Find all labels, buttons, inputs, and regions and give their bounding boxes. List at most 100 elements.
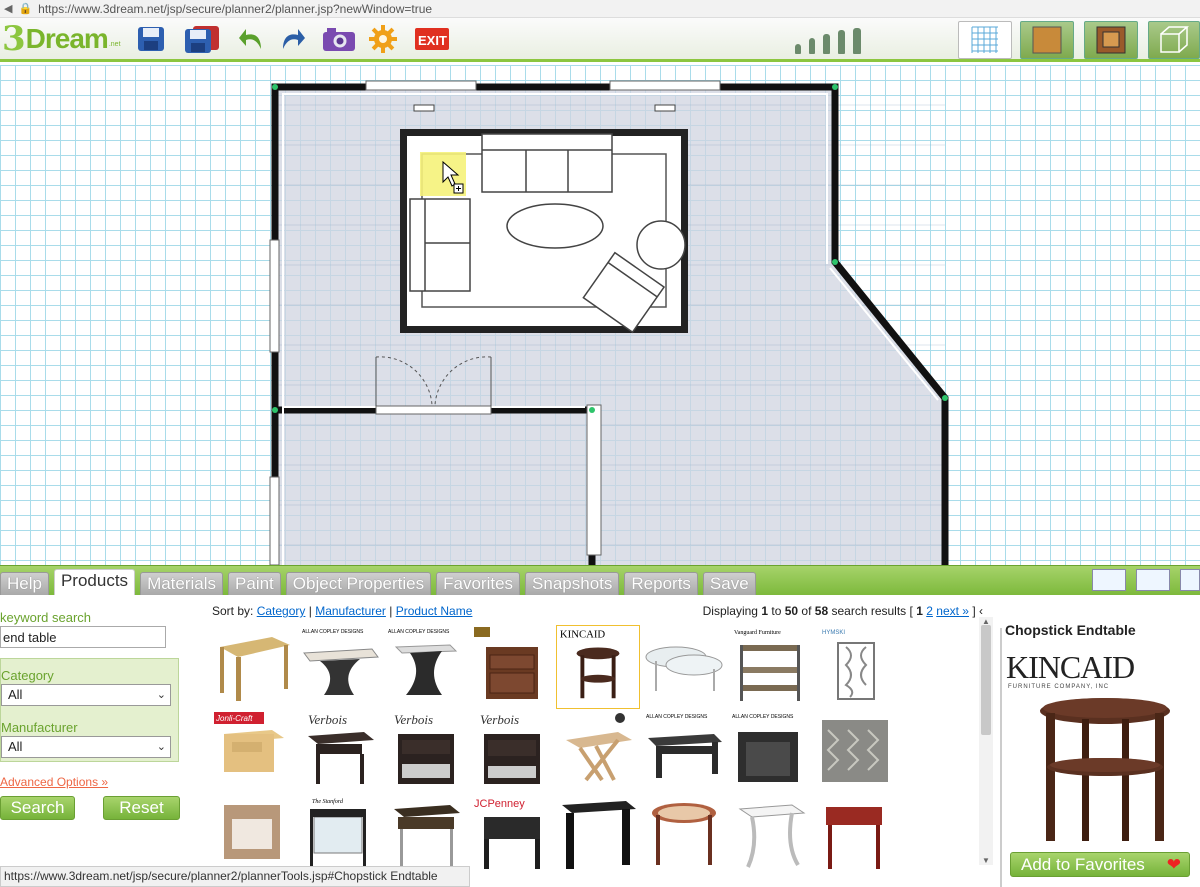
exit-icon[interactable]: EXIT xyxy=(414,24,452,54)
camera-icon[interactable] xyxy=(320,24,358,54)
chevron-down-icon: ⌄ xyxy=(156,689,166,701)
tab-save[interactable]: Save xyxy=(702,572,756,595)
floor-plan-drawing[interactable] xyxy=(0,65,1200,565)
manufacturer-logo: KINCAID xyxy=(1006,649,1135,685)
height-preview-icons[interactable] xyxy=(795,26,861,54)
scrollbar-thumb[interactable] xyxy=(981,625,991,735)
sort-product-name-link[interactable]: Product Name xyxy=(396,604,473,618)
floor-plan-canvas[interactable] xyxy=(0,65,1200,565)
product-thumb[interactable]: Vanguard Furniture xyxy=(728,625,812,709)
manufacturer-label: Manufacturer xyxy=(1,720,78,735)
product-thumb[interactable] xyxy=(556,795,640,879)
collapse-chevron-icon[interactable]: ‹ xyxy=(979,604,983,618)
product-thumb[interactable] xyxy=(212,625,296,709)
product-thumb[interactable]: Verbois xyxy=(470,710,554,794)
product-thumb[interactable] xyxy=(814,710,898,794)
save-as-icon[interactable] xyxy=(182,24,222,54)
3dream-logo: 3 Dream .net xyxy=(2,19,121,59)
add-to-favorites-button[interactable]: Add to Favorites ❤ xyxy=(1010,852,1190,877)
reset-button[interactable]: Reset xyxy=(103,796,180,820)
page-2-link[interactable]: 2 xyxy=(926,604,933,618)
tab-snapshots[interactable]: Snapshots xyxy=(525,572,620,595)
back-arrow-icon[interactable]: ◀ xyxy=(4,2,12,15)
room-view-button[interactable] xyxy=(1084,21,1138,59)
svg-text:ALLAN COPLEY DESIGNS: ALLAN COPLEY DESIGNS xyxy=(388,629,450,635)
product-title: Chopstick Endtable xyxy=(1005,622,1136,638)
tab-help[interactable]: Help xyxy=(0,572,49,595)
product-thumb[interactable]: Verbois xyxy=(298,710,382,794)
tab-products[interactable]: Products xyxy=(53,569,136,595)
panel-layout-grid-icon[interactable] xyxy=(1092,569,1126,591)
grid-view-button[interactable] xyxy=(958,21,1012,59)
panel-layout-chair-icon[interactable] xyxy=(1180,569,1200,591)
product-detail: Chopstick Endtable KINCAID FURNITURE COM… xyxy=(1000,595,1200,887)
round-end-table[interactable] xyxy=(636,220,686,270)
person-child-icon[interactable] xyxy=(809,38,815,54)
chevron-down-icon: ⌄ xyxy=(156,741,166,753)
tab-favorites[interactable]: Favorites xyxy=(436,572,521,595)
svg-text:Verbois: Verbois xyxy=(480,712,519,727)
coffee-table[interactable] xyxy=(506,203,604,249)
results-scrollbar[interactable]: ▲ ▼ xyxy=(979,617,993,865)
browser-url[interactable]: https://www.3dream.net/jsp/secure/planne… xyxy=(38,2,432,16)
product-thumb[interactable] xyxy=(642,625,726,709)
category-select[interactable]: All ⌄ xyxy=(1,684,171,706)
browser-address-bar[interactable]: ◀ 🔒 https://www.3dream.net/jsp/secure/pl… xyxy=(0,0,1200,18)
product-thumb[interactable] xyxy=(814,795,898,879)
save-icon[interactable] xyxy=(135,24,167,54)
tab-object-properties[interactable]: Object Properties xyxy=(285,572,432,595)
app-root: ◀ 🔒 https://www.3dream.net/jsp/secure/pl… xyxy=(0,0,1200,887)
product-thumb[interactable]: JCPenney xyxy=(470,795,554,879)
settings-gear-icon[interactable] xyxy=(367,24,399,54)
redo-icon[interactable] xyxy=(276,24,308,54)
floor-texture-icon xyxy=(1032,26,1062,54)
product-thumb[interactable]: ALLAN COPLEY DESIGNS xyxy=(298,625,382,709)
search-results: Sort by: Category | Manufacturer | Produ… xyxy=(207,595,993,869)
product-thumb[interactable]: HYMSKI xyxy=(814,625,898,709)
product-thumb[interactable] xyxy=(642,795,726,879)
keyword-input[interactable] xyxy=(0,626,166,648)
person-teen-icon[interactable] xyxy=(823,34,830,54)
scroll-down-arrow-icon[interactable]: ▼ xyxy=(982,856,990,865)
person-adult-icon[interactable] xyxy=(838,30,845,54)
manufacturer-logo-sub: FURNITURE COMPANY, INC xyxy=(1008,684,1110,690)
next-page-link[interactable]: next » xyxy=(936,604,969,618)
product-thumb[interactable]: ALLAN COPLEY DESIGNS xyxy=(642,710,726,794)
product-thumb[interactable] xyxy=(728,795,812,879)
panel-tabs: Help Products Materials Paint Object Pro… xyxy=(0,565,1200,595)
svg-text:Vanguard Furniture: Vanguard Furniture xyxy=(734,630,781,636)
filter-box: Category All ⌄ Manufacturer All ⌄ xyxy=(0,658,179,762)
3d-cube-icon xyxy=(1160,26,1189,53)
sort-manufacturer-link[interactable]: Manufacturer xyxy=(315,604,386,618)
heart-icon: ❤ xyxy=(1166,855,1181,874)
product-thumb-selected[interactable]: KINCAID xyxy=(556,625,640,709)
category-label: Category xyxy=(1,668,54,683)
product-thumb[interactable]: ALLAN COPLEY DESIGNS xyxy=(384,625,468,709)
panel-layout-split-icon[interactable] xyxy=(1136,569,1170,591)
room-box-icon xyxy=(1096,26,1126,54)
svg-text:JCPenney: JCPenney xyxy=(474,798,525,810)
keyword-label: keyword search xyxy=(0,610,92,625)
product-thumb[interactable] xyxy=(470,625,554,709)
search-button[interactable]: Search xyxy=(0,796,75,820)
tab-materials[interactable]: Materials xyxy=(140,572,224,595)
product-preview-image[interactable] xyxy=(1030,695,1180,845)
product-thumb[interactable]: Jonli-Craft xyxy=(212,710,296,794)
sofa[interactable] xyxy=(481,133,613,193)
person-small-icon[interactable] xyxy=(795,44,801,54)
3d-view-button[interactable] xyxy=(1148,21,1200,59)
svg-text:ALLAN COPLEY DESIGNS: ALLAN COPLEY DESIGNS xyxy=(302,629,364,635)
chair-left[interactable] xyxy=(409,198,471,292)
floor-view-button[interactable] xyxy=(1020,21,1074,59)
product-thumb[interactable]: ALLAN COPLEY DESIGNS xyxy=(728,710,812,794)
advanced-options-link[interactable]: Advanced Options » xyxy=(0,775,108,789)
person-walking-icon[interactable] xyxy=(853,28,861,54)
tab-paint[interactable]: Paint xyxy=(228,572,281,595)
tab-reports[interactable]: Reports xyxy=(624,572,698,595)
product-thumb[interactable]: Verbois xyxy=(384,710,468,794)
status-bar: https://www.3dream.net/jsp/secure/planne… xyxy=(0,866,470,887)
manufacturer-select[interactable]: All ⌄ xyxy=(1,736,171,758)
undo-icon[interactable] xyxy=(236,24,268,54)
sort-category-link[interactable]: Category xyxy=(257,604,306,618)
product-thumb[interactable] xyxy=(556,710,640,794)
